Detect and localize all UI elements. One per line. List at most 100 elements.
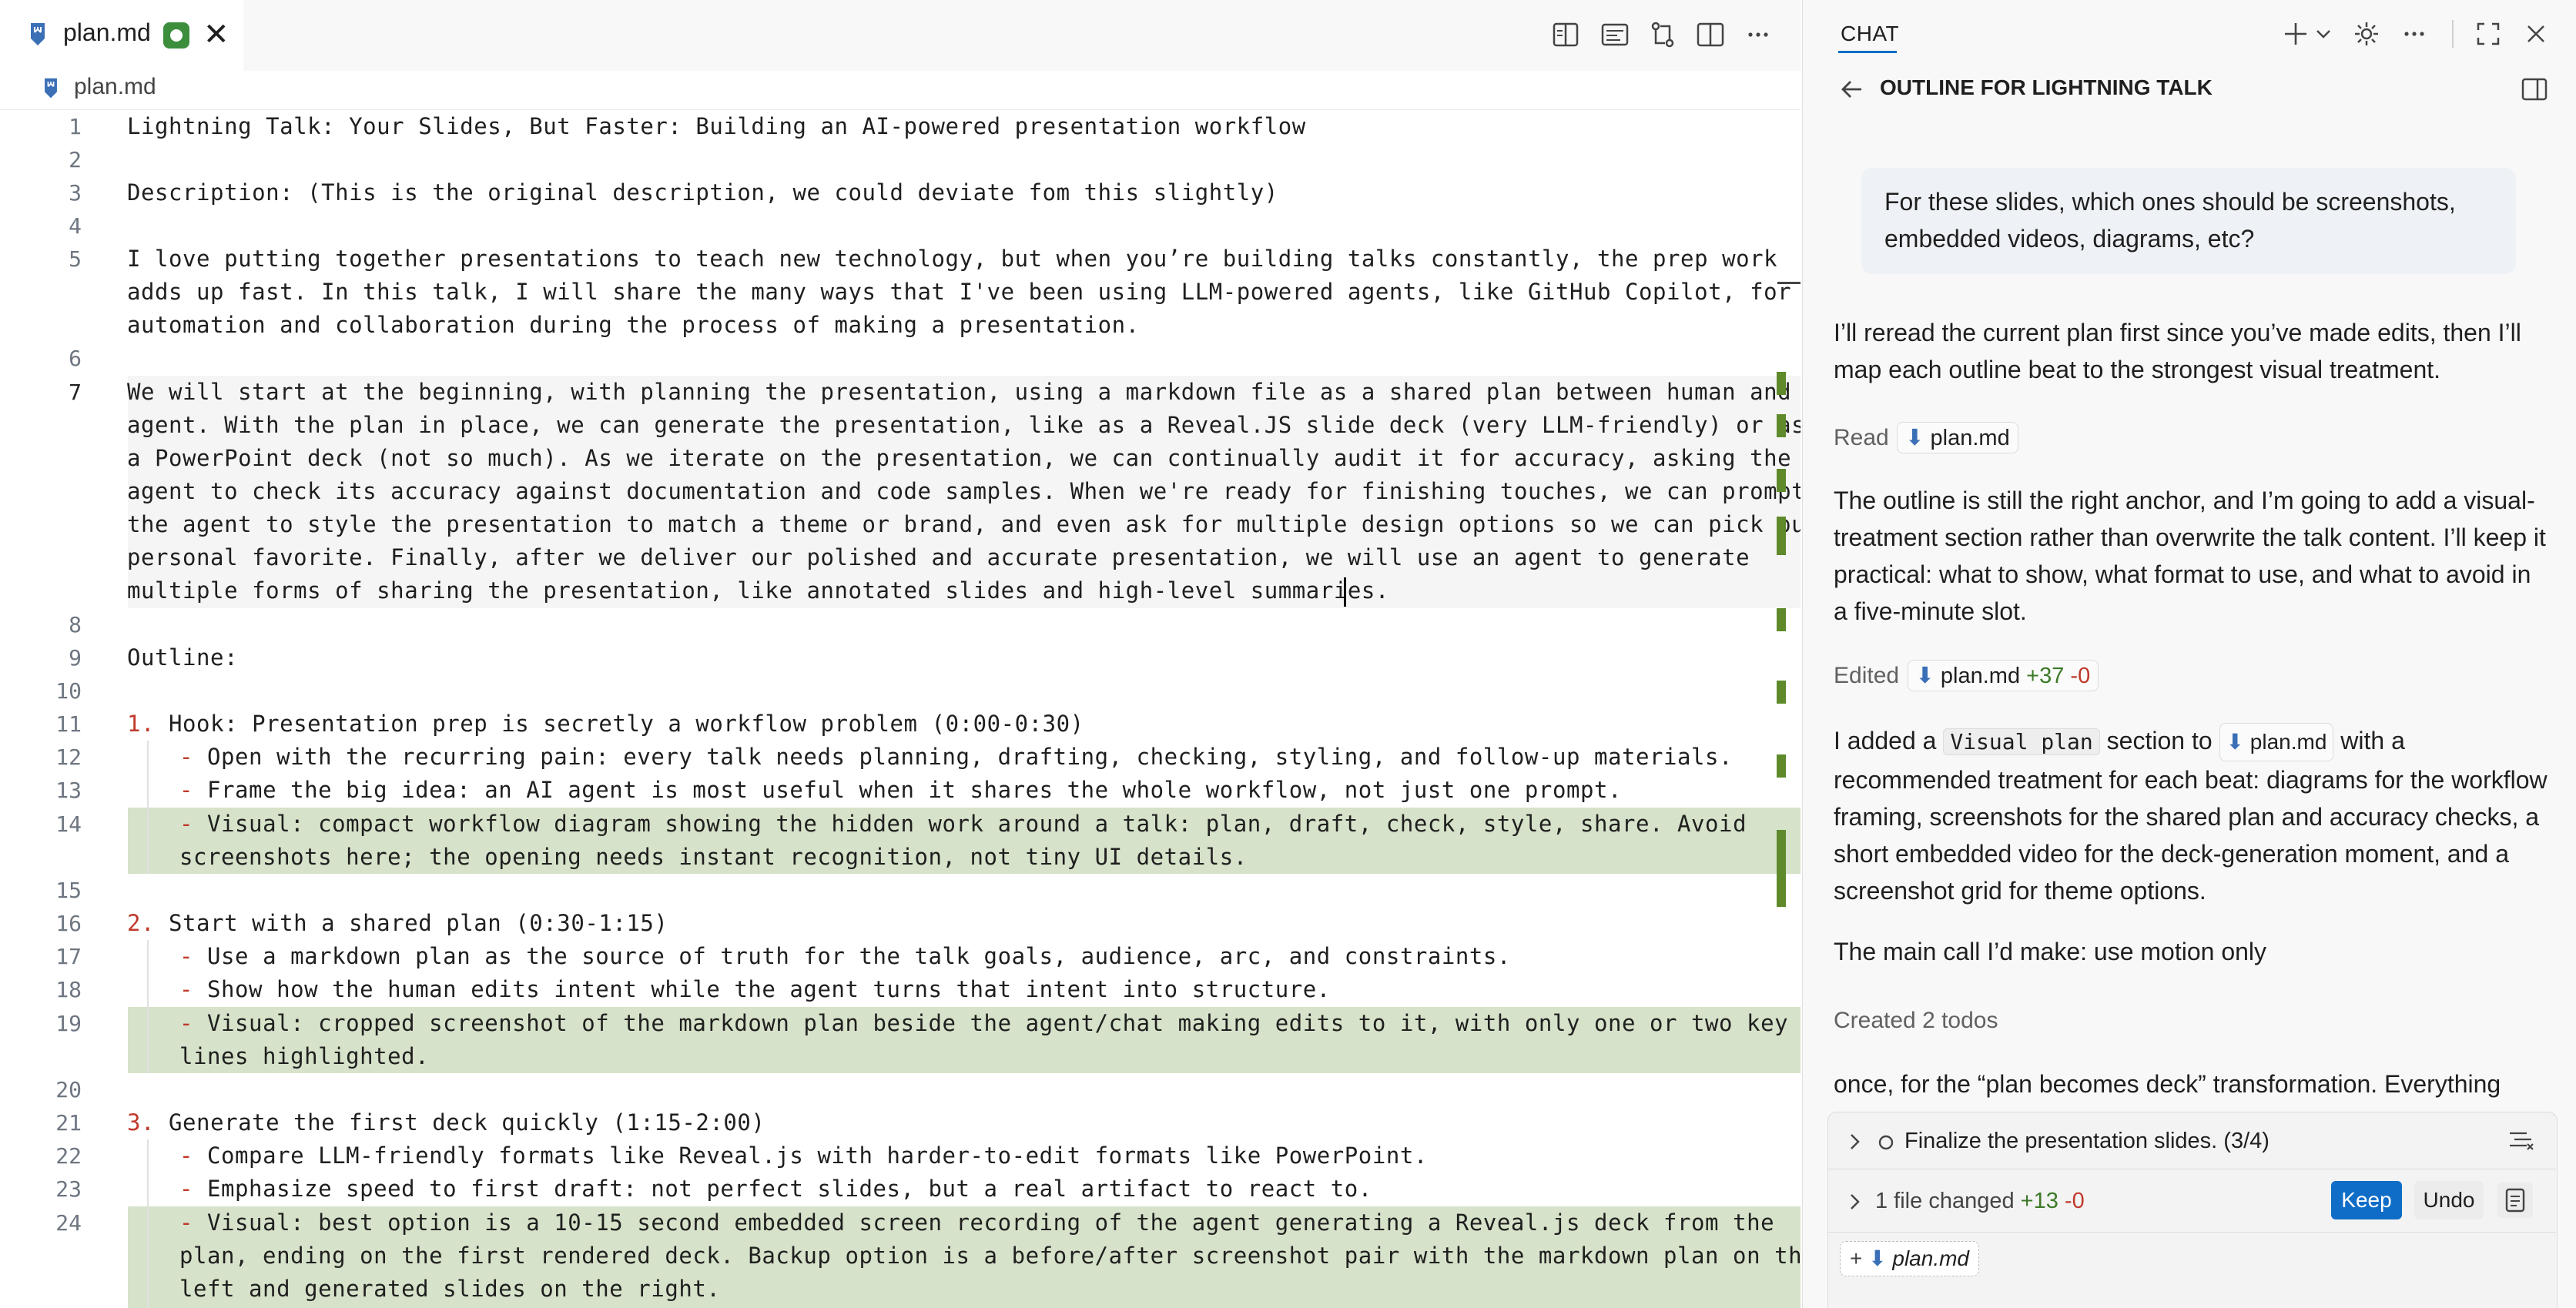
code-line[interactable]: - Emphasize speed to first draft: not pe… xyxy=(179,1173,1372,1206)
gutter-change-marker xyxy=(1777,681,1786,704)
line-number: 14 xyxy=(55,811,82,837)
code-line[interactable]: 2. Start with a shared plan (0:30-1:15) xyxy=(127,907,668,940)
preview-icon[interactable] xyxy=(1599,18,1631,51)
split-editor-icon[interactable] xyxy=(1694,18,1727,51)
assistant-reply: I’ll reread the current plan first since… xyxy=(1834,319,2521,383)
line-number: 24 xyxy=(55,1210,82,1236)
back-arrow-icon[interactable] xyxy=(1837,74,1868,105)
file-chip[interactable]: ⬇ plan.md +37 -0 xyxy=(1907,660,2099,691)
line-number: 17 xyxy=(55,944,82,969)
clear-todos-icon[interactable] xyxy=(2507,1129,2534,1153)
todos-created-label: Created 2 todos xyxy=(1834,1008,1998,1033)
list-heading: Generate the first deck quickly (1:15-2:… xyxy=(155,1109,765,1136)
code-line-wrap[interactable]: lines highlighted. xyxy=(179,1040,429,1073)
line-number: 6 xyxy=(69,346,82,371)
code-line[interactable]: - Frame the big idea: an AI agent is mos… xyxy=(179,774,1622,807)
line-number: 21 xyxy=(55,1110,82,1136)
code-line[interactable]: - Visual: best option is a 10-15 second … xyxy=(179,1206,1774,1239)
todo-item[interactable]: Finalize the presentation slides. (3/4) xyxy=(1904,1129,2269,1154)
chat-header-label[interactable]: CHAT xyxy=(1841,22,1899,46)
chevron-right-icon[interactable] xyxy=(1844,1132,1864,1152)
code-line-wrap[interactable]: agent. With the plan in place, we can ge… xyxy=(127,409,1801,442)
keep-button[interactable]: Keep xyxy=(2331,1181,2402,1219)
editor-tab-bar xyxy=(0,0,1801,72)
code-line-wrap[interactable]: a PowerPoint deck (not so much). As we i… xyxy=(127,442,1791,475)
code-line-wrap[interactable]: plan, ending on the first rendered deck.… xyxy=(179,1239,1801,1273)
overview-ruler-cursor xyxy=(1777,282,1801,284)
code-line[interactable]: I love putting together presentations to… xyxy=(127,243,1777,276)
bullet-dash: - xyxy=(179,777,194,803)
inline-code: Visual plan xyxy=(1943,728,2100,755)
close-icon[interactable] xyxy=(2521,18,2551,49)
editor-pane: plan.md ✕ plan.md 1 2 3 4 5 6 7 8 9 10 1… xyxy=(0,0,1801,1308)
toggle-sidebar-icon[interactable] xyxy=(2519,74,2550,105)
tool-edited-label: Edited xyxy=(1834,663,1900,688)
code-line[interactable]: - Visual: cropped screenshot of the mark… xyxy=(179,1007,1788,1040)
bullet-text: Emphasize speed to first draft: not perf… xyxy=(193,1176,1372,1202)
code-line-wrap[interactable]: personal favorite. Finally, after we del… xyxy=(127,541,1750,574)
markdown-file-icon xyxy=(45,78,57,99)
code-line-wrap[interactable]: adds up fast. In this talk, I will share… xyxy=(127,276,1791,309)
gutter-change-marker xyxy=(1777,754,1786,778)
code-line-wrap[interactable]: left and generated slides on the right. xyxy=(179,1273,720,1306)
file-chip[interactable]: ⬇ plan.md xyxy=(1897,422,2018,453)
active-view-indicator xyxy=(1838,51,1897,53)
indent-guide xyxy=(147,1139,149,1308)
bullet-dash: - xyxy=(179,1142,194,1169)
code-line-wrap[interactable]: automation and collaboration during the … xyxy=(127,309,1140,342)
code-line[interactable]: - Use a markdown plan as the source of t… xyxy=(179,940,1511,973)
files-changed-summary[interactable]: 1 file changed +13 -0 xyxy=(1875,1189,2085,1214)
code-line[interactable]: - Compare LLM-friendly formats like Reve… xyxy=(179,1139,1428,1173)
line-number: 7 xyxy=(69,380,82,405)
attachment-chip[interactable]: + ⬇ plan.md xyxy=(1840,1241,1980,1276)
line-number: 2 xyxy=(69,147,82,172)
more-icon[interactable] xyxy=(2399,18,2430,49)
gear-icon[interactable] xyxy=(2351,18,2382,49)
code-line[interactable]: Outline: xyxy=(127,641,238,674)
bullet-text: Frame the big idea: an AI agent is most … xyxy=(193,777,1622,803)
code-line[interactable]: - Visual: compact workflow diagram showi… xyxy=(179,808,1747,841)
tab-label: plan.md xyxy=(63,18,151,46)
bullet-text: Visual: cropped screenshot of the markdo… xyxy=(193,1010,1789,1036)
code-line[interactable]: Lightning Talk: Your Slides, But Faster:… xyxy=(127,110,1306,143)
code-line[interactable]: We will start at the beginning, with pla… xyxy=(127,376,1791,409)
code-line-wrap[interactable]: the agent to style the presentation to m… xyxy=(127,508,1801,541)
close-tab-icon[interactable]: ✕ xyxy=(203,15,229,54)
code-line-wrap[interactable]: multiple forms of sharing the presentati… xyxy=(127,574,1389,607)
more-actions-icon[interactable] xyxy=(1742,18,1774,51)
tab-plan-md[interactable]: plan.md ✕ xyxy=(0,0,243,72)
code-line[interactable]: 3. Generate the first deck quickly (1:15… xyxy=(127,1106,765,1139)
breadcrumb-file[interactable]: plan.md xyxy=(74,74,156,100)
line-number: 4 xyxy=(69,213,82,239)
compare-changes-icon[interactable] xyxy=(1646,18,1679,51)
code-line[interactable]: Description: (This is the original descr… xyxy=(127,176,1278,209)
line-number: 10 xyxy=(55,678,82,704)
new-chat-icon[interactable] xyxy=(2280,18,2311,49)
gutter-change-marker xyxy=(1777,372,1786,395)
bullet-text: Visual: compact workflow diagram showing… xyxy=(193,811,1747,837)
bullet-text: Use a markdown plan as the source of tru… xyxy=(193,943,1511,969)
code-line-wrap[interactable]: agent to check its accuracy against docu… xyxy=(127,475,1801,508)
lines-added: +37 xyxy=(2026,664,2065,688)
list-number: 1. xyxy=(127,711,156,737)
line-number: 3 xyxy=(69,180,82,206)
code-line[interactable]: 1. Hook: Presentation prep is secretly a… xyxy=(127,708,1084,741)
reply-text: section to xyxy=(2106,727,2213,754)
split-diff-icon[interactable] xyxy=(1549,18,1582,51)
markdown-file-icon: ⬇ xyxy=(1915,664,1935,688)
code-line[interactable]: - Open with the recurring pain: every ta… xyxy=(179,741,1733,774)
chevron-down-icon[interactable] xyxy=(2314,26,2333,42)
review-changes-icon[interactable] xyxy=(2496,1181,2534,1219)
undo-button[interactable]: Undo xyxy=(2414,1181,2484,1219)
gutter-change-marker xyxy=(1777,517,1786,555)
chevron-right-icon[interactable] xyxy=(1844,1192,1864,1212)
add-context-icon[interactable]: + xyxy=(1850,1246,1862,1270)
file-chip[interactable]: ⬇ plan.md xyxy=(2219,723,2334,761)
toolbar-separator xyxy=(2452,20,2454,48)
file-chip-label: plan.md xyxy=(1940,664,2021,688)
gutter-change-marker xyxy=(1777,830,1786,907)
bullet-dash: - xyxy=(179,943,194,969)
code-line-wrap[interactable]: screenshots here; the opening needs inst… xyxy=(179,841,1248,874)
maximize-icon[interactable] xyxy=(2473,18,2504,49)
code-line[interactable]: - Show how the human edits intent while … xyxy=(179,973,1331,1006)
